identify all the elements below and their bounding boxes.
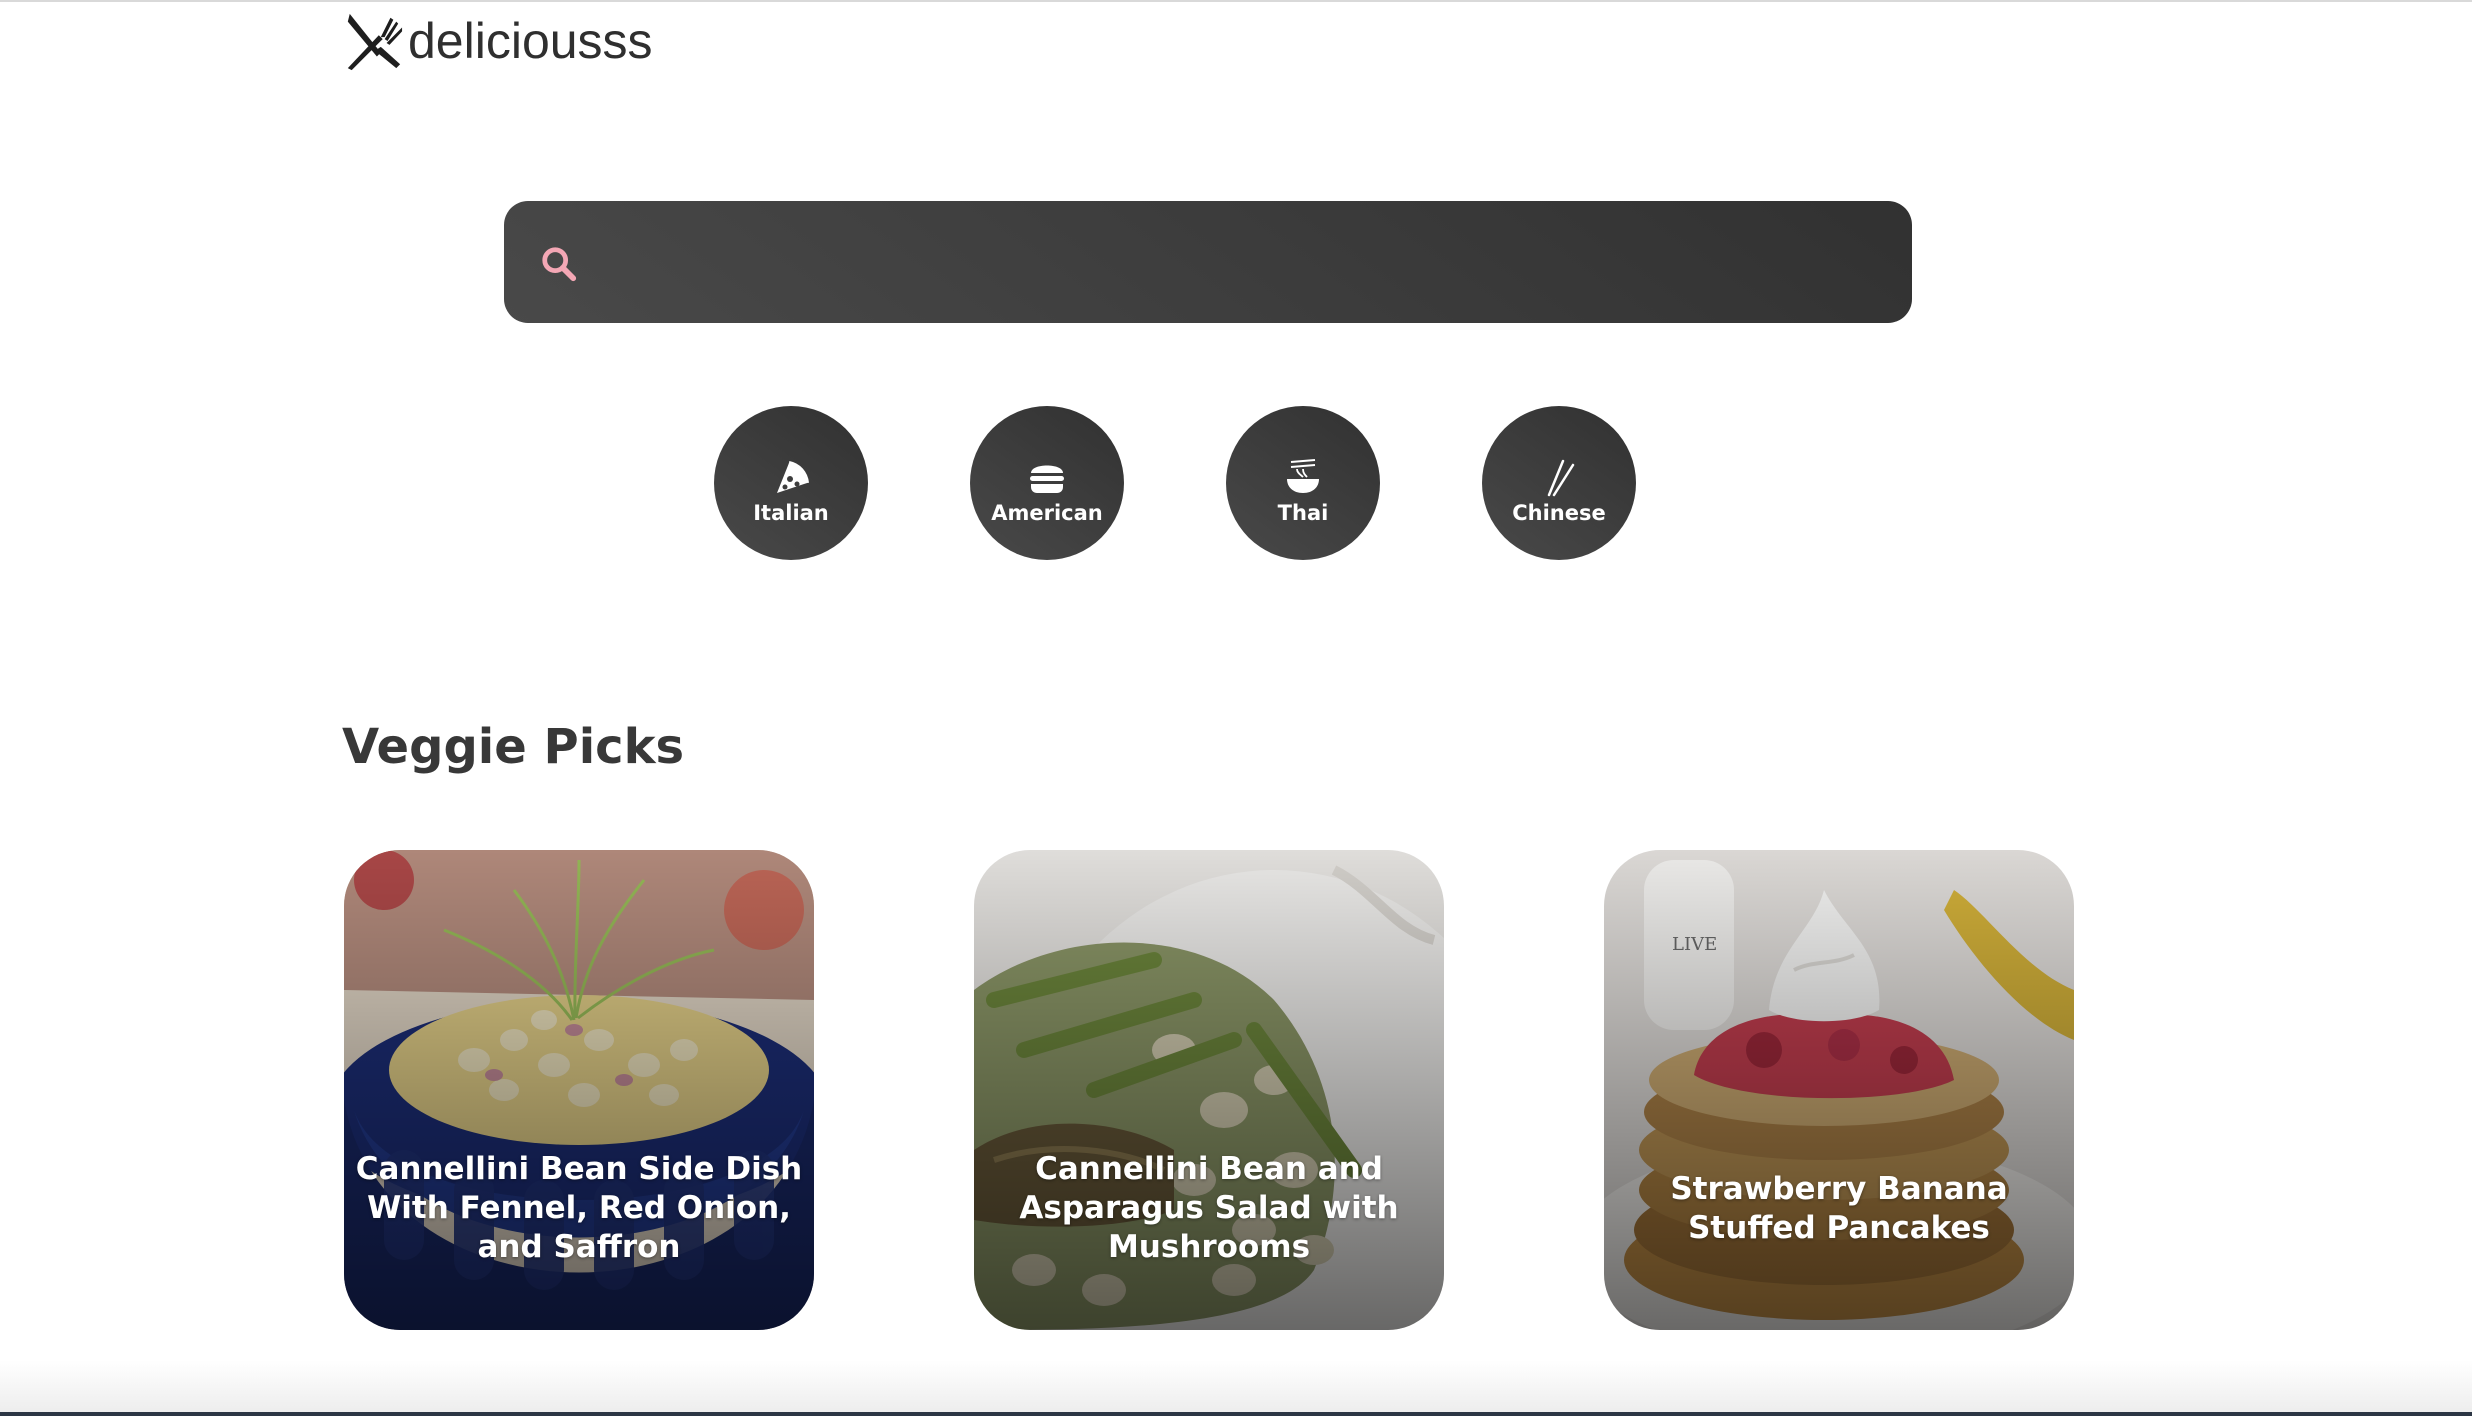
category-italian[interactable]: Italian <box>714 406 868 560</box>
card-title: Strawberry Banana Stuffed Pancakes <box>1670 1170 2008 1246</box>
utensils-crossed-icon <box>347 13 403 71</box>
footer-shadow <box>0 1360 2472 1416</box>
logo-link[interactable]: deliciousss <box>342 8 653 74</box>
card-title: Cannellini Bean Side Dish With Fennel, R… <box>355 1151 803 1265</box>
card-title: Cannellini Bean and Asparagus Salad with… <box>1019 1151 1399 1265</box>
search-form <box>504 201 1912 325</box>
search-input[interactable] <box>604 201 1888 325</box>
category-label: Chinese <box>1512 500 1606 525</box>
bottom-border <box>0 1412 2472 1416</box>
recipe-card[interactable]: Cannellini Bean and Asparagus Salad with… <box>974 850 1444 1330</box>
category-thai[interactable]: Thai <box>1226 406 1380 560</box>
logo-text: deliciousss <box>408 13 653 69</box>
category-label: American <box>991 500 1103 525</box>
noodle-bowl-icon <box>1287 458 1319 493</box>
category-label: Italian <box>753 500 829 525</box>
top-border <box>0 0 2472 2</box>
category-label: Thai <box>1277 500 1329 525</box>
veggie-picks-title: Veggie Picks <box>342 719 685 775</box>
pizza-icon <box>777 460 809 493</box>
category-chinese[interactable]: Chinese <box>1482 406 1636 560</box>
hamburger-icon <box>1030 465 1064 493</box>
category-american[interactable]: American <box>970 406 1124 560</box>
search-icon[interactable] <box>540 245 578 283</box>
cuisine-categories: Italian American Thai Chinese <box>714 406 1638 560</box>
chopsticks-icon <box>1547 459 1575 496</box>
recipe-card[interactable]: LIVE Strawberry Banana Stuffed Pancakes <box>1604 850 2074 1330</box>
recipe-card[interactable]: Cannellini Bean Side Dish With Fennel, R… <box>344 850 814 1330</box>
